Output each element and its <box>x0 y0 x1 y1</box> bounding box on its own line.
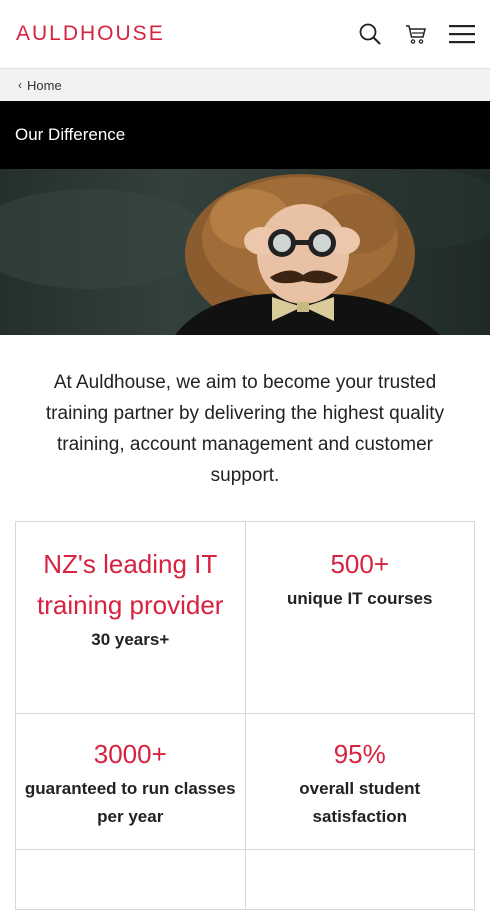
menu-icon[interactable] <box>448 20 476 48</box>
search-icon[interactable] <box>356 20 384 48</box>
stat-card: 95% overall student satisfaction <box>245 714 475 850</box>
intro-text: At Auldhouse, we aim to become your trus… <box>45 372 445 486</box>
page-title-bar: Our Difference <box>0 101 490 169</box>
breadcrumb-home-link[interactable]: Home <box>27 78 62 93</box>
stat-card: 3000+ guaranteed to run classes per year <box>16 714 246 850</box>
stats-grid: NZ's leading IT training provider 30 yea… <box>15 521 475 910</box>
breadcrumb: ‹ Home <box>0 68 490 101</box>
auldhouse-logo[interactable]: AULDHOUSE <box>16 22 165 46</box>
stat-card: 500+ unique IT courses <box>245 522 475 714</box>
page-title: Our Difference <box>15 125 126 144</box>
site-header: AULDHOUSE <box>0 0 490 68</box>
stat-caption: unique IT courses <box>287 589 433 608</box>
stat-caption: guaranteed to run classes per year <box>24 779 236 826</box>
cart-icon[interactable] <box>402 20 430 48</box>
stat-card-empty <box>16 850 246 910</box>
hero-illustration <box>0 169 490 335</box>
stat-headline: 95% <box>333 739 386 769</box>
stat-headline: 3000+ <box>93 739 167 769</box>
stat-headline: 500+ <box>330 549 390 579</box>
hero-image <box>0 169 490 335</box>
stat-caption: 30 years+ <box>91 630 170 649</box>
stat-card: NZ's leading IT training provider 30 yea… <box>16 522 246 714</box>
stat-card-empty <box>245 850 475 910</box>
chevron-left-icon: ‹ <box>18 78 22 92</box>
stat-caption: overall student satisfaction <box>299 779 421 826</box>
header-icons <box>356 20 476 48</box>
stat-headline: NZ's leading IT training provider <box>37 549 224 620</box>
